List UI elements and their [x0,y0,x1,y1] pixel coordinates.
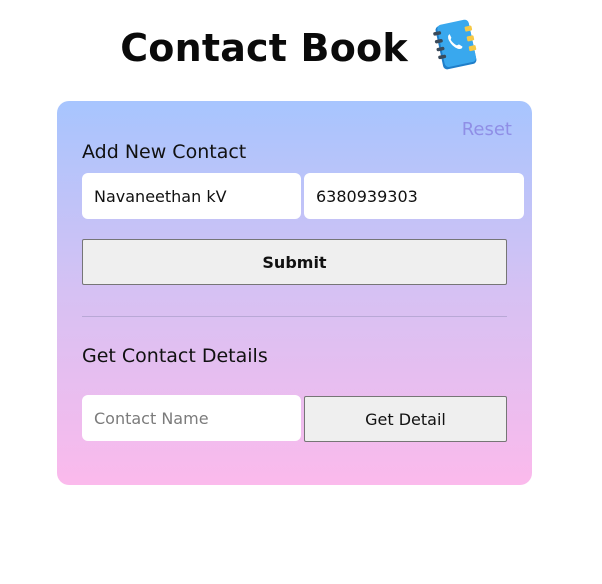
page-title: Contact Book [120,26,408,70]
add-contact-heading: Add New Contact [82,141,247,163]
contact-name-input[interactable] [82,173,301,219]
get-contact-heading: Get Contact Details [82,345,268,367]
header: Contact Book [0,18,602,78]
submit-button[interactable]: Submit [82,239,507,285]
section-divider [82,316,507,317]
address-book-icon [433,19,477,70]
contact-phone-input[interactable] [304,173,524,219]
lookup-name-input[interactable] [82,395,301,441]
contact-card: Reset Add New Contact Submit Get Contact… [57,101,532,485]
page: Contact Book Reset Add New Contact Submi… [0,0,602,584]
get-detail-button[interactable]: Get Detail [304,396,507,442]
reset-button[interactable]: Reset [462,119,512,140]
